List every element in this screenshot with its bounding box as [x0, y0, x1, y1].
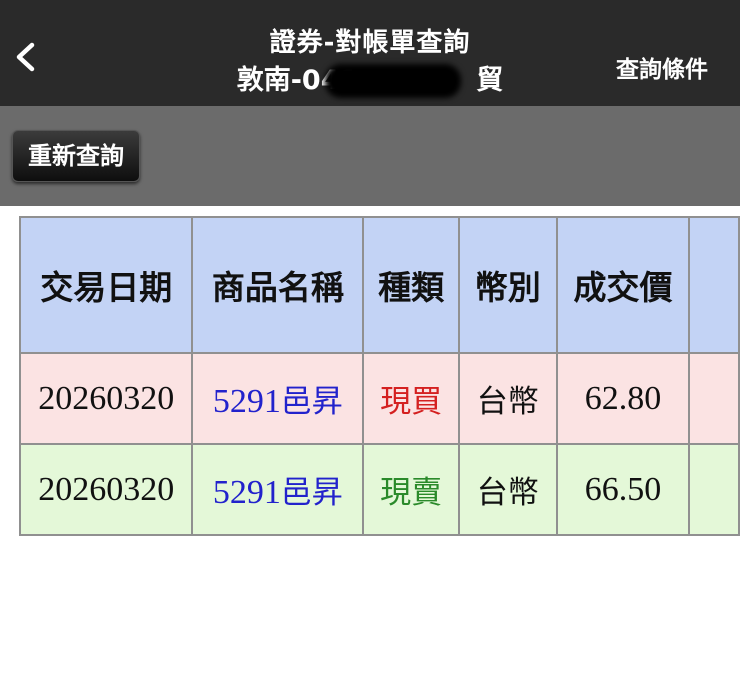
nav-header: 證券-對帳單查詢 敦南-041 貿 查詢條件: [0, 0, 740, 106]
cell-product: 5291邑昇: [191, 352, 365, 445]
account-suffix: 貿: [476, 65, 504, 96]
currency: 台幣: [476, 384, 539, 420]
cell-overflow: [688, 443, 740, 536]
query-conditions-button[interactable]: 查詢條件: [616, 50, 708, 84]
column-header-date: 交易日期: [18, 216, 194, 354]
table-row[interactable]: 20260320 5291邑昇 現買 台幣 62.80: [18, 352, 740, 445]
trade-type: 現買: [380, 384, 443, 420]
column-header-currency: 幣別: [458, 216, 558, 354]
chevron-left-icon: [16, 42, 35, 72]
column-header-price: 成交價: [555, 216, 691, 354]
product-name: 邑昇: [280, 384, 343, 420]
table-header-row: 交易日期 商品名稱 種類 幣別 成交價: [18, 216, 740, 354]
currency: 台幣: [476, 475, 539, 511]
cell-currency: 台幣: [458, 352, 558, 445]
cell-overflow: [688, 352, 740, 445]
requery-button[interactable]: 重新查詢: [12, 130, 140, 182]
cell-price: 62.80: [555, 352, 691, 445]
toolbar: 重新查詢: [0, 106, 740, 206]
statement-table-area[interactable]: 交易日期 商品名稱 種類 幣別 成交價 20260320 5291邑昇 現買 台…: [0, 206, 740, 681]
column-header-product: 商品名稱: [191, 216, 365, 354]
cell-date: 20260320: [18, 352, 194, 445]
back-button[interactable]: [10, 40, 44, 74]
cell-type: 現賣: [362, 443, 461, 536]
trade-type: 現賣: [380, 475, 443, 511]
cell-type: 現買: [362, 352, 461, 445]
cell-date: 20260320: [18, 443, 194, 536]
product-code: 5291: [212, 383, 281, 420]
table-row[interactable]: 20260320 5291邑昇 現賣 台幣 66.50: [18, 443, 740, 536]
product-code: 5291: [212, 474, 281, 511]
redaction-mark: [324, 64, 461, 98]
header-title-block: 證券-對帳單查詢 敦南-041 貿: [150, 24, 590, 103]
column-header-type: 種類: [362, 216, 461, 354]
cell-price: 66.50: [555, 443, 691, 536]
product-name: 邑昇: [280, 475, 343, 511]
column-header-overflow: [688, 216, 740, 354]
page-title: 證券-對帳單查詢: [269, 28, 471, 58]
cell-currency: 台幣: [458, 443, 558, 536]
cell-product: 5291邑昇: [191, 443, 365, 536]
statement-table: 交易日期 商品名稱 種類 幣別 成交價 20260320 5291邑昇 現買 台…: [18, 216, 740, 536]
account-label: 敦南-041 貿: [237, 62, 504, 100]
